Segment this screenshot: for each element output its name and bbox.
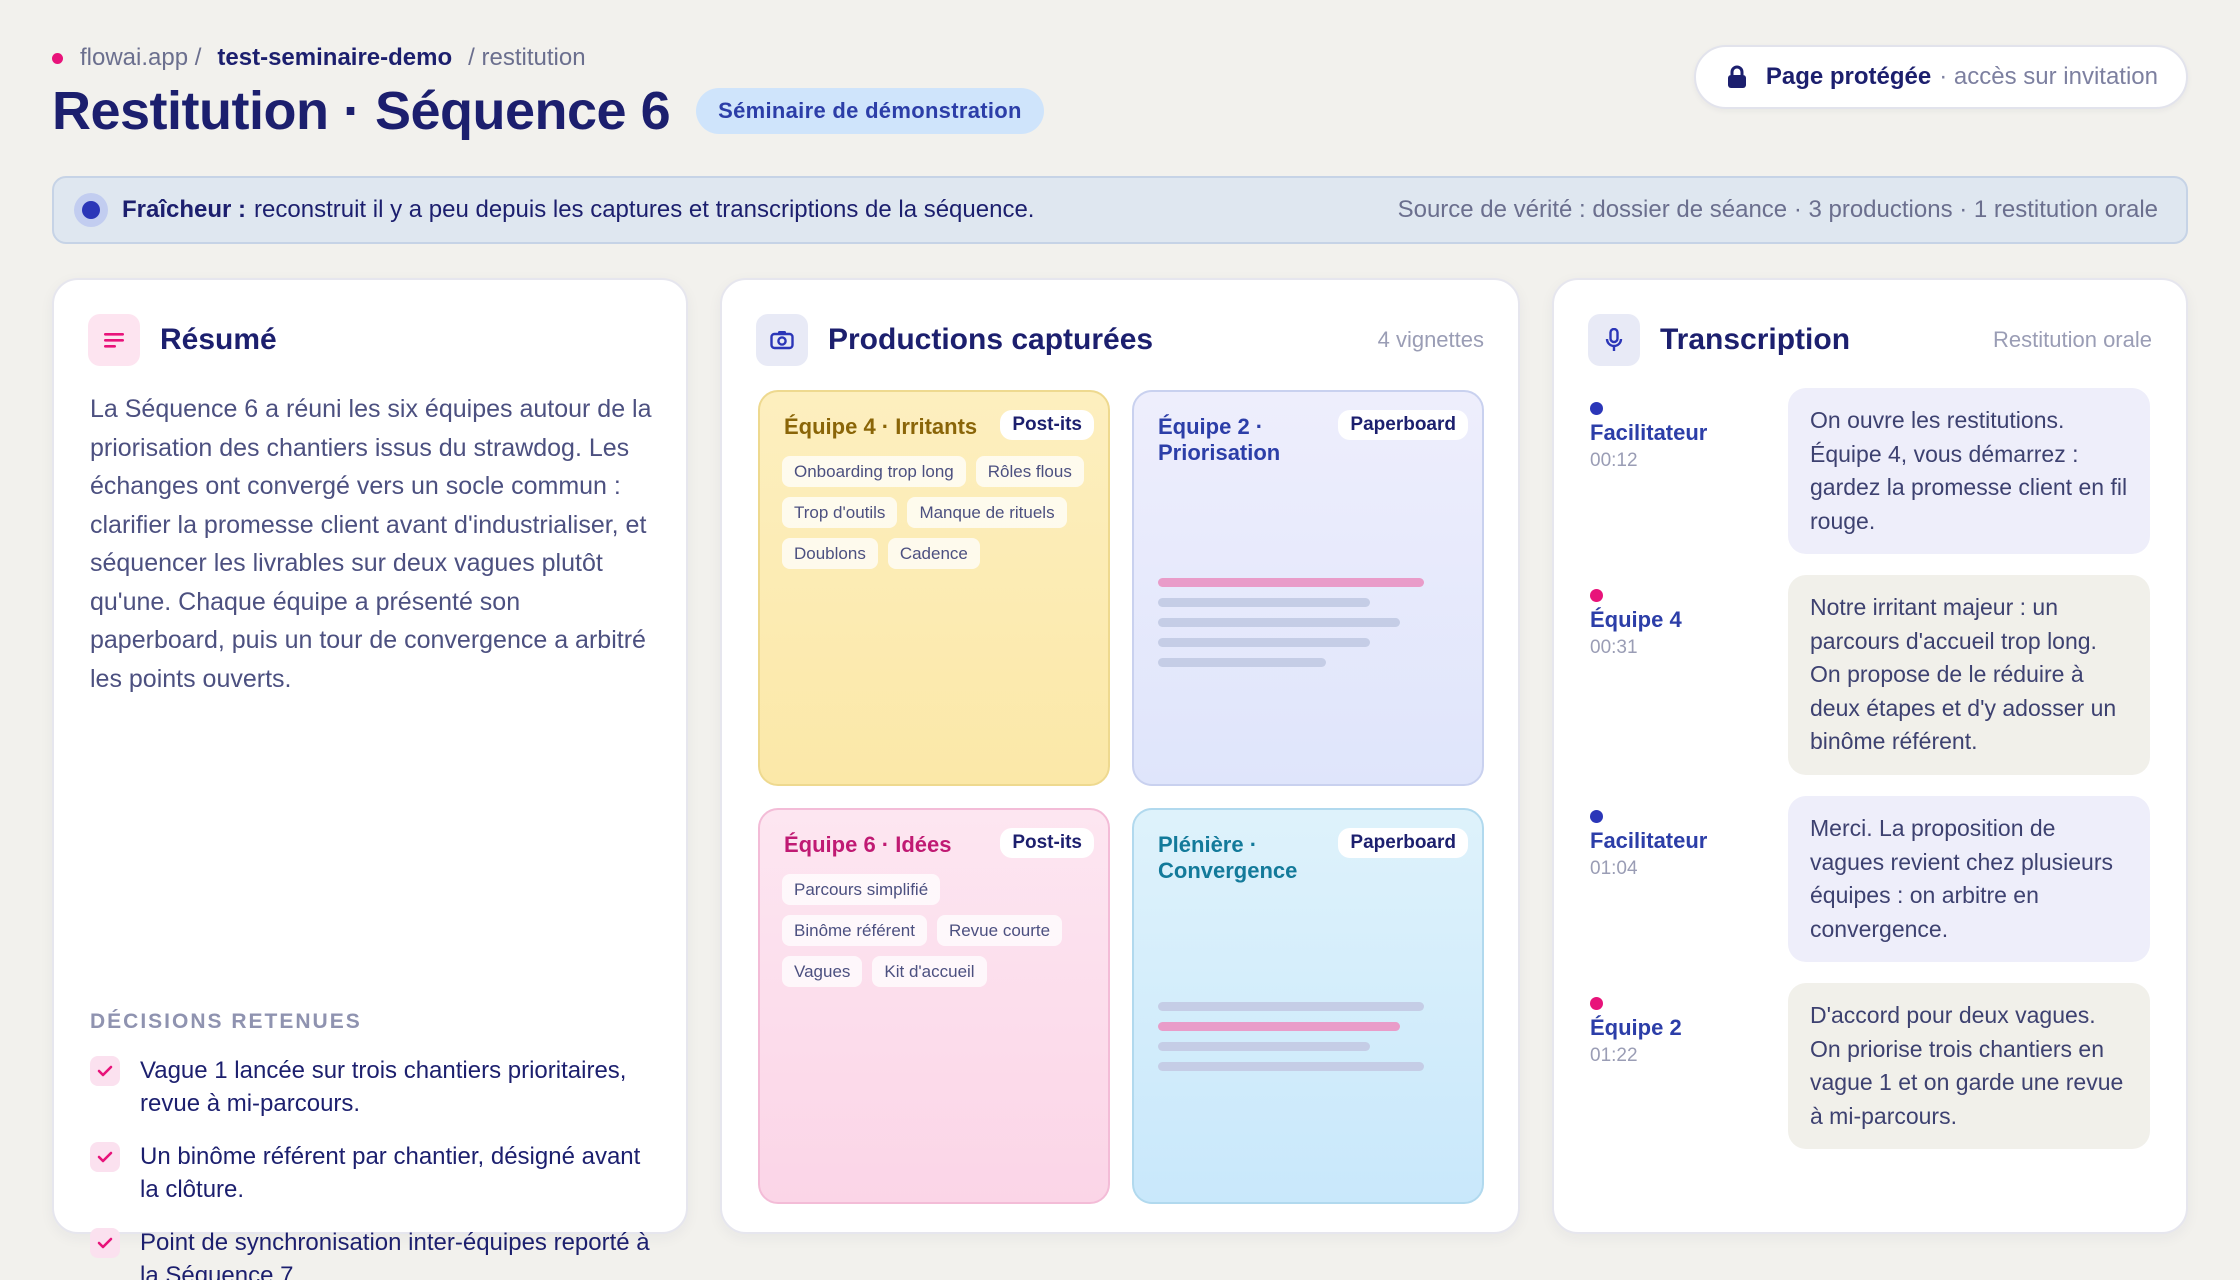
transcript-bubble: Notre irritant majeur : un parcours d'ac… [1788,575,2150,775]
speaker-name: Équipe 2 [1590,1015,1682,1040]
tile-tag: Post-its [1000,828,1094,858]
chip-list: Parcours simplifié Binôme référent Revue… [782,874,1094,997]
chip: Binôme référent [782,915,927,946]
timestamp: 00:12 [1590,450,1638,471]
decision-item: Un binôme référent par chantier, désigné… [90,1140,656,1206]
paperboard-sketch [1158,578,1428,678]
transcript-bubble: D'accord pour deux vagues. On priorise t… [1788,983,2150,1149]
access-label: Page protégée [1765,63,1932,90]
production-tile-equipe2[interactable]: Équipe 2 · Priorisation Paperboard [1132,390,1484,786]
summary-card: Résumé La Séquence 6 a réuni les six équ… [52,278,688,1280]
tile-tag: Paperboard [1338,410,1468,440]
freshness-banner: Fraîcheur : reconstruit il y a peu depui… [52,176,2188,244]
speaker-name: Facilitateur [1590,828,1708,853]
camera-icon [756,314,808,366]
brand-dot-icon [52,52,63,64]
seminar-badge: Séminaire de démonstration [696,88,1044,134]
transcript-bubble: On ouvre les restitutions. Équipe 4, vou… [1788,388,2150,554]
chip: Parcours simplifié [782,874,941,905]
production-tile-equipe4[interactable]: Équipe 4 · Irritants Post-its Onboarding… [758,390,1110,786]
thumbnail-count: 4 vignettes [1377,327,1484,352]
transcription-meta: Restitution orale [1993,327,2152,352]
microphone-icon [1588,314,1640,366]
decisions-list: Vague 1 lancée sur trois chantiers prior… [90,1054,656,1280]
transcription-card: Transcription Restitution orale Facilita… [1552,278,2188,1234]
timestamp: 01:22 [1590,1045,1638,1066]
decision-item: Vague 1 lancée sur trois chantiers prior… [90,1054,656,1120]
tile-title: Équipe 6 · Idées [784,832,952,857]
page-title: Restitution · Séquence 6 [52,81,671,141]
decision-text: Point de synchronisation inter-équipes r… [140,1229,650,1280]
productions-title: Productions capturées [828,323,1154,356]
productions-card: Productions capturées 4 vignettes Équipe… [720,278,1520,1234]
lock-icon [1727,65,1746,88]
breadcrumb-project[interactable]: test-seminaire-demo [217,44,452,72]
paperboard-sketch [1158,1002,1428,1082]
access-pill: Page protégée · accès sur invitation [1693,45,2188,109]
tile-title: Équipe 2 · Priorisation [1158,414,1281,465]
speaker-dot-icon [1590,402,1603,415]
source-of-truth: Source de vérité : dossier de séance · 3… [1397,196,2158,223]
chip: Rôles flous [975,456,1084,487]
speaker-dot-icon [1590,810,1603,823]
check-icon [90,1228,120,1258]
production-tile-equipe6[interactable]: Équipe 6 · Idées Post-its Parcours simpl… [758,808,1110,1204]
chip: Doublons [782,538,878,569]
decision-text: Vague 1 lancée sur trois chantiers prior… [140,1057,627,1117]
summary-title: Résumé [160,323,277,356]
breadcrumb-root[interactable]: flowai.app / [80,44,201,72]
freshness-message: reconstruit il y a peu depuis les captur… [254,196,1035,223]
tile-title: Équipe 4 · Irritants [784,414,978,439]
speaker-name: Équipe 4 [1590,607,1682,632]
status-dot-icon [74,193,108,227]
check-icon [90,1142,120,1172]
chip: Trop d'outils [782,497,898,528]
chip-list: Onboarding trop long Rôles flous Trop d'… [782,456,1094,579]
chip: Vagues [782,956,863,987]
speaker-dot-icon [1590,997,1603,1010]
production-tile-pleniere[interactable]: Plénière · Convergence Paperboard [1132,808,1484,1204]
decision-text: Un binôme référent par chantier, désigné… [140,1143,641,1203]
access-detail: · accès sur invitation [1939,63,2158,90]
tile-title: Plénière · Convergence [1158,832,1298,883]
chip: Manque de rituels [907,497,1067,528]
speaker-dot-icon [1590,589,1603,602]
summary-icon [88,314,140,366]
chip: Cadence [887,538,980,569]
tile-tag: Paperboard [1338,828,1468,858]
transcript-bubble: Merci. La proposition de vagues revient … [1788,796,2150,962]
chip: Onboarding trop long [782,456,966,487]
title-row: Restitution · Séquence 6 Séminaire de dé… [52,80,1044,142]
decisions-label: DÉCISIONS RETENUES [90,1010,362,1033]
chip: Revue courte [936,915,1063,946]
decision-item: Point de synchronisation inter-équipes r… [90,1226,656,1280]
transcription-title: Transcription [1660,323,1851,356]
chip: Kit d'accueil [872,956,987,987]
tile-tag: Post-its [1000,410,1094,440]
breadcrumb-page: / restitution [468,44,586,71]
breadcrumb: flowai.app / test-seminaire-demo / resti… [52,44,586,72]
freshness-label: Fraîcheur : [122,196,247,223]
timestamp: 01:04 [1590,858,1638,879]
summary-text: La Séquence 6 a réuni les six équipes au… [90,395,652,693]
timestamp: 00:31 [1590,637,1638,658]
check-icon [90,1056,120,1086]
speaker-name: Facilitateur [1590,420,1708,445]
